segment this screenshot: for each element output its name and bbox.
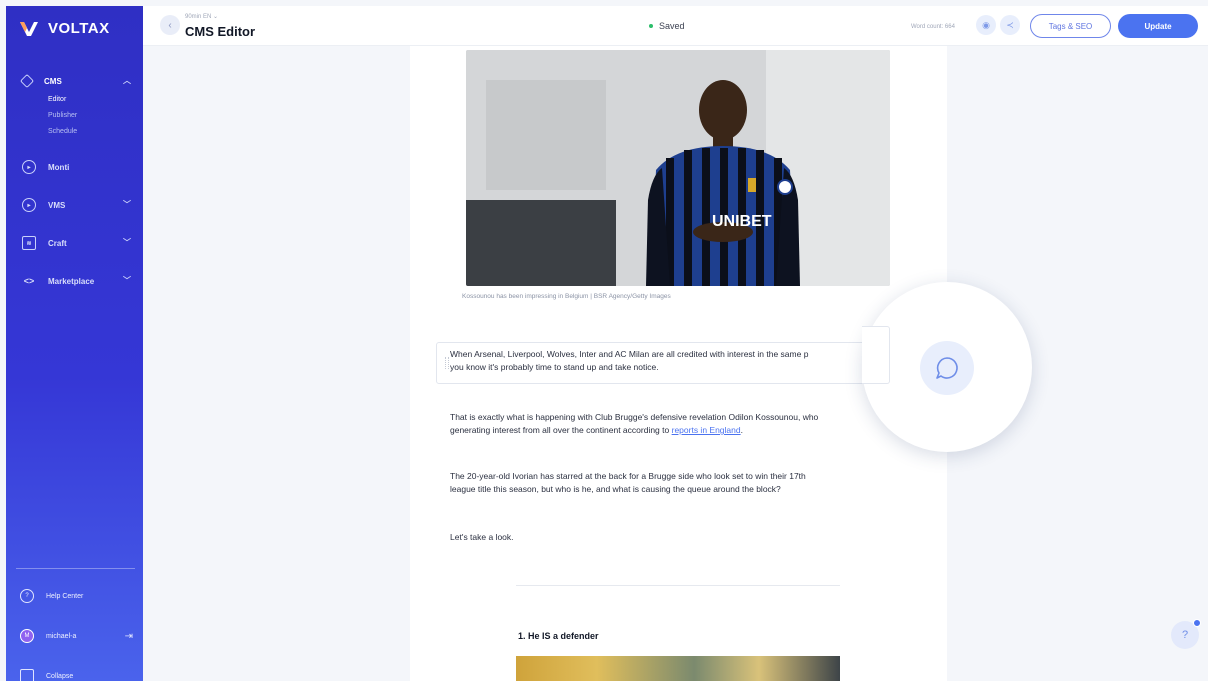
chevron-down-icon: ⌄ bbox=[213, 14, 219, 20]
sidebar-nav: CMS ︿ Editor Publisher Schedule ▸ Monti … bbox=[6, 62, 143, 300]
word-count: Word count: 664 bbox=[911, 24, 955, 30]
paragraph-4[interactable]: Let's take a look. bbox=[450, 531, 890, 544]
section-image[interactable] bbox=[516, 656, 840, 681]
play-circle-icon: ▸ bbox=[22, 160, 36, 174]
site-selector-label: 90min EN bbox=[185, 14, 212, 20]
collapse-label: Collapse bbox=[46, 672, 74, 680]
sidebar-item-label: Monti bbox=[48, 162, 70, 172]
logout-icon[interactable]: ⇥ bbox=[125, 631, 133, 642]
top-bar: ‹ 90min EN ⌄ CMS Editor Saved Word count… bbox=[143, 6, 1208, 46]
chevron-down-icon: ﹀ bbox=[123, 238, 131, 247]
jersey-sponsor: UNIBET bbox=[712, 213, 772, 230]
chevron-down-icon: ﹀ bbox=[123, 200, 131, 209]
help-center-label: Help Center bbox=[46, 592, 84, 600]
avatar: M bbox=[20, 629, 34, 643]
section-heading[interactable]: 1. He IS a defender bbox=[518, 631, 599, 641]
comment-icon bbox=[936, 357, 958, 379]
code-icon: <> bbox=[23, 276, 35, 286]
image-caption[interactable]: Kossounou has been impressing in Belgium… bbox=[462, 293, 671, 300]
preview-button[interactable]: ◉ bbox=[976, 15, 996, 35]
saved-dot-icon bbox=[649, 24, 653, 28]
sidebar-footer: ? Help Center M michael-a ⇥ Collapse bbox=[6, 576, 143, 681]
chevron-down-icon: ﹀ bbox=[123, 276, 131, 285]
paragraph-text: . bbox=[740, 425, 743, 435]
sidebar-panel-icon bbox=[20, 669, 34, 681]
subnav-item-schedule[interactable]: Schedule bbox=[48, 124, 143, 140]
chevron-left-icon: ‹ bbox=[168, 19, 172, 31]
layers-icon: ≋ bbox=[22, 236, 36, 250]
paragraph-line: generating interest from all over the co… bbox=[450, 424, 890, 437]
sidebar-item-vms[interactable]: ▸ VMS ﹀ bbox=[6, 186, 143, 224]
paragraph-line: you know it's probably time to stand up … bbox=[450, 362, 659, 372]
collapse-button[interactable]: Collapse bbox=[6, 656, 143, 681]
sidebar-item-craft[interactable]: ≋ Craft ﹀ bbox=[6, 224, 143, 262]
paragraph-1[interactable]: When Arsenal, Liverpool, Wolves, Inter a… bbox=[450, 348, 890, 374]
sidebar-item-monti[interactable]: ▸ Monti bbox=[6, 148, 143, 186]
comment-magnifier bbox=[862, 282, 1032, 452]
brand-logo[interactable]: VOLTAX bbox=[20, 20, 110, 37]
user-name: michael-a bbox=[46, 632, 77, 640]
player-photo: UNIBET bbox=[466, 50, 890, 286]
app-window: VOLTAX CMS ︿ Editor Publisher Schedule ▸… bbox=[0, 0, 1208, 681]
notification-badge bbox=[1193, 619, 1201, 627]
share-icon: ≺ bbox=[1006, 19, 1014, 30]
sidebar-item-label: CMS bbox=[44, 76, 62, 86]
eye-icon: ◉ bbox=[982, 19, 990, 30]
back-button[interactable]: ‹ bbox=[160, 15, 180, 35]
paragraph-line: league title this season, but who is he,… bbox=[450, 484, 781, 494]
paragraph-3[interactable]: The 20-year-old Ivorian has starred at t… bbox=[450, 470, 890, 496]
user-row[interactable]: M michael-a ⇥ bbox=[6, 616, 143, 656]
sidebar: VOLTAX CMS ︿ Editor Publisher Schedule ▸… bbox=[6, 6, 143, 681]
section-divider bbox=[516, 585, 840, 586]
sidebar-divider bbox=[16, 568, 135, 569]
article-hero-image[interactable]: UNIBET bbox=[466, 50, 890, 286]
chevron-up-icon: ︿ bbox=[123, 76, 131, 85]
paragraph-2[interactable]: That is exactly what is happening with C… bbox=[450, 411, 890, 437]
feather-icon bbox=[19, 73, 35, 89]
tags-seo-button[interactable]: Tags & SEO bbox=[1030, 14, 1111, 38]
save-status: Saved bbox=[649, 21, 685, 31]
help-center-link[interactable]: ? Help Center bbox=[6, 576, 143, 616]
play-circle-icon: ▸ bbox=[22, 198, 36, 212]
question-circle-icon: ? bbox=[1181, 629, 1189, 641]
update-button[interactable]: Update bbox=[1118, 14, 1198, 38]
sidebar-item-label: Marketplace bbox=[48, 276, 95, 286]
page-title: CMS Editor bbox=[185, 24, 256, 39]
site-selector[interactable]: 90min EN ⌄ bbox=[185, 13, 218, 20]
paragraph-line: When Arsenal, Liverpool, Wolves, Inter a… bbox=[450, 349, 809, 359]
brand-name: VOLTAX bbox=[48, 20, 110, 37]
voltax-logo-icon bbox=[20, 21, 38, 36]
sidebar-item-label: Craft bbox=[48, 238, 67, 248]
sidebar-item-cms[interactable]: CMS ︿ bbox=[6, 62, 143, 100]
question-circle-icon: ? bbox=[20, 589, 34, 603]
help-fab-button[interactable]: ? bbox=[1171, 619, 1201, 649]
share-button[interactable]: ≺ bbox=[1000, 15, 1020, 35]
paragraph-line: The 20-year-old Ivorian has starred at t… bbox=[450, 471, 806, 481]
add-comment-button[interactable] bbox=[920, 341, 974, 395]
subnav-item-publisher[interactable]: Publisher bbox=[48, 108, 143, 124]
drag-handle-icon[interactable] bbox=[445, 357, 449, 369]
paragraph-text: generating interest from all over the co… bbox=[450, 425, 672, 435]
reports-link[interactable]: reports in England bbox=[672, 425, 741, 435]
sidebar-item-label: VMS bbox=[48, 200, 66, 210]
paragraph-line: That is exactly what is happening with C… bbox=[450, 412, 819, 422]
paragraph-block-edge bbox=[862, 326, 890, 384]
save-status-label: Saved bbox=[659, 21, 685, 31]
sidebar-item-marketplace[interactable]: <> Marketplace ﹀ bbox=[6, 262, 143, 300]
